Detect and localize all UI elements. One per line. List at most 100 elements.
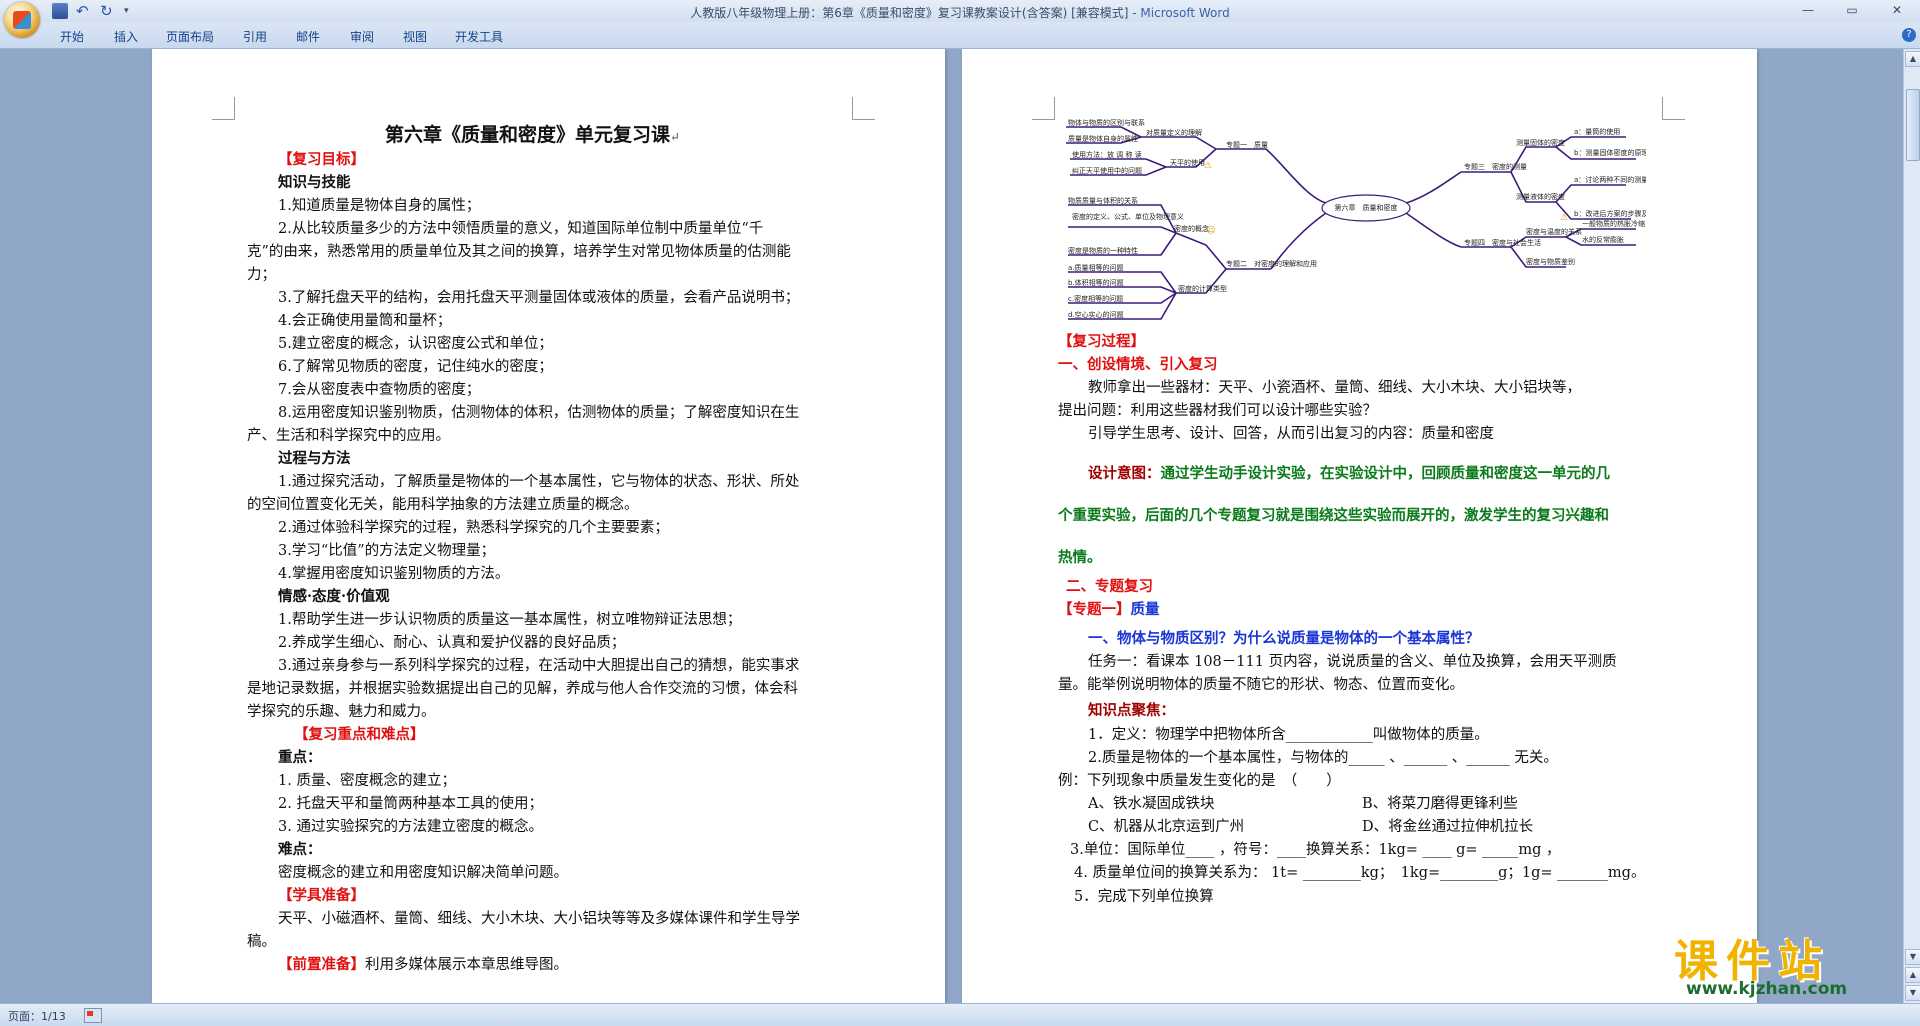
tools-heading: 【学具准备】 xyxy=(278,887,365,904)
process-heading: 过程与方法 xyxy=(278,450,351,467)
option-c: C、机器从北京运到广州 xyxy=(1088,819,1245,835)
mind-map-node: 密度的计算类型 xyxy=(1178,284,1227,293)
focus-line: 2. 托盘天平和量筒两种基本工具的使用； xyxy=(278,796,543,812)
tab-home[interactable]: 开始 xyxy=(60,28,84,45)
mind-map-leaf: d.空心实心的问题 xyxy=(1068,310,1124,319)
mind-map-leaf: 物质质量与体积的关系 xyxy=(1068,196,1138,205)
goal-line: 6.了解常见物质的密度，记住纯水的密度； xyxy=(278,359,553,375)
knowledge-focus-heading: 知识点聚焦： xyxy=(1088,702,1175,719)
mind-map-center-label: 第六章 质量和密度 xyxy=(1335,203,1398,212)
mind-map-diagram: 第六章 质量和密度 专题一 质量 对质量定义的理解 物体与物质的区别与联系 质量… xyxy=(1066,118,1646,320)
scrollbar-thumb[interactable] xyxy=(1906,89,1920,161)
tab-references[interactable]: 引用 xyxy=(243,28,267,45)
goal-line: 是地记录数据，并根据实验数据提出自己的见解，养成与他人合作交流的习惯，体会科 xyxy=(247,681,798,697)
fill-blank-line: 3.单位：国际单位____ ，符号：____换算关系：1kg= ____ g= … xyxy=(1070,842,1561,858)
mind-map-leaf: 质量是物体自身的属性 xyxy=(1068,134,1138,143)
goal-line: 3.通过亲身参与一系列科学探究的过程，在活动中大胆提出自己的猜想，能实事求 xyxy=(278,658,800,674)
preparation-heading: 【前置准备】 xyxy=(278,956,365,973)
fill-blank-line: 1．定义：物理学中把物体所含____________叫做物体的质量。 xyxy=(1088,727,1489,743)
document-area[interactable]: 第六章《质量和密度》单元复习课↵ 【复习目标】 知识与技能 1.知道质量是物体自… xyxy=(0,49,1904,1003)
crop-mark xyxy=(1662,97,1685,120)
macro-recording-icon[interactable] xyxy=(84,1008,102,1023)
tab-insert[interactable]: 插入 xyxy=(114,28,138,45)
restore-button[interactable]: ▭ xyxy=(1830,0,1874,20)
focus-line: 1. 质量、密度概念的建立； xyxy=(278,773,456,789)
goal-line: 的空间位置变化无关，能用科学抽象的方法建立质量的概念。 xyxy=(247,497,639,513)
close-button[interactable]: ✕ xyxy=(1874,0,1920,20)
mind-map-branch: 专题二 对密度的理解和应用 xyxy=(1226,259,1317,268)
tab-developer[interactable]: 开发工具 xyxy=(455,28,503,45)
mind-map-leaf: 物体与物质的区别与联系 xyxy=(1068,118,1145,127)
mind-map-leaf: b.体积相等的问题 xyxy=(1068,278,1124,287)
body-line: 任务一：看课本 108－111 页内容，说说质量的含义、单位及换算，会用天平测质 xyxy=(1088,654,1617,670)
section-heading: 一、创设情境、引入复习 xyxy=(1058,356,1218,373)
status-bar: 页面：1/13 xyxy=(0,1003,1920,1026)
knowledge-heading: 知识与技能 xyxy=(278,174,351,191)
tab-mailings[interactable]: 邮件 xyxy=(296,28,320,45)
fill-blank-line: 4. 质量单位间的换算关系为： 1t= ________kg； 1kg=____… xyxy=(1074,865,1646,881)
page-1: 第六章《质量和密度》单元复习课↵ 【复习目标】 知识与技能 1.知道质量是物体自… xyxy=(152,49,945,1003)
window-title: 人教版八年级物理上册：第6章《质量和密度》复习课教案设计(含答案) [兼容模式]… xyxy=(0,4,1920,21)
ribbon-tabs: 开始 插入 页面布局 引用 邮件 审阅 视图 开发工具 xyxy=(0,22,1920,49)
mind-map-leaf: c.密度相等的问题 xyxy=(1068,294,1123,303)
mind-map-leaf: 一般物质的热胀冷缩 xyxy=(1582,219,1645,228)
page-count[interactable]: 页面：1/13 xyxy=(8,1008,66,1024)
body-line: 提出问题：利用这些器材我们可以设计哪些实验？ xyxy=(1058,403,1377,419)
mind-map-leaf: a.质量相等的问题 xyxy=(1068,263,1124,272)
mind-map-leaf: 密度的定义、公式、单位及物理意义 xyxy=(1072,212,1184,221)
scroll-up-icon[interactable]: ▲ xyxy=(1905,51,1920,67)
goal-line: 学探究的乐趣、魅力和威力。 xyxy=(247,704,436,720)
example-question: 例：下列现象中质量发生变化的是 （ ） xyxy=(1058,773,1341,789)
warning-icon: ⚠ xyxy=(1560,213,1568,223)
focus-line: 3. 通过实验探究的方法建立密度的概念。 xyxy=(278,819,543,835)
smiley-icon: ☺ xyxy=(1206,225,1215,236)
document-name: 人教版八年级物理上册：第6章《质量和密度》复习课教案设计(含答案) [兼容模式] xyxy=(690,6,1129,20)
mind-map-branch: 专题四 密度与社会生活 xyxy=(1464,238,1541,247)
mind-map-leaf: b：测量固体密度的原理、器材、步骤、测量公式 xyxy=(1574,148,1646,157)
goal-line: 2.养成学生细心、耐心、认真和爱护仪器的良好品质； xyxy=(278,635,626,651)
office-button[interactable] xyxy=(4,2,40,38)
design-intent-text: 个重要实验，后面的几个专题复习就是围绕这些实验而展开的，激发学生的复习兴趣和 xyxy=(1058,507,1609,524)
vertical-scrollbar[interactable]: ▲ ▼ ▲ ▼ xyxy=(1903,49,1920,1003)
goal-line: 2.从比较质量多少的方法中领悟质量的意义，知道国际单位制中质量单位“千 xyxy=(278,221,764,237)
mind-map-leaf: 密度是物质的一种特性 xyxy=(1068,246,1138,255)
mind-map-node: 密度的概念 xyxy=(1174,224,1209,233)
mind-map-leaf: a：讨论两种不同的测量方案 xyxy=(1574,175,1646,184)
tab-review[interactable]: 审阅 xyxy=(350,28,374,45)
preparation-text: 利用多媒体展示本章思维导图。 xyxy=(365,957,568,973)
fill-blank-line: 5．完成下列单位换算 xyxy=(1074,889,1214,905)
goal-line: 7.会从密度表中查物质的密度； xyxy=(278,382,481,398)
tools-line: 稿。 xyxy=(247,934,276,950)
goal-line: 1.知道质量是物体自身的属性； xyxy=(278,198,481,214)
watermark-logo: 课件站 www.kjzhan.com xyxy=(1660,925,1910,1005)
watermark-url: www.kjzhan.com xyxy=(1686,979,1848,999)
option-a: A、铁水凝固成铁块 xyxy=(1088,796,1215,812)
warning-icon: ⚠ xyxy=(1204,161,1212,171)
body-line: 教师拿出一些器材：天平、小瓷酒杯、量筒、细线、大小木块、大小铝块等， xyxy=(1088,380,1581,396)
page-title: 第六章《质量和密度》单元复习课↵ xyxy=(385,125,680,147)
goal-line: 1.通过探究活动，了解质量是物体的一个基本属性，它与物体的状态、形状、所处 xyxy=(278,474,800,490)
help-icon[interactable]: ? xyxy=(1902,28,1916,42)
goal-line: 3.学习“比值”的方法定义物理量； xyxy=(278,543,496,559)
focus-heading: 重点： xyxy=(278,749,322,766)
tab-page-layout[interactable]: 页面布局 xyxy=(166,28,214,45)
fill-blank-line: 2.质量是物体的一个基本属性，与物体的_____ 、______ 、______… xyxy=(1088,750,1558,766)
goal-line: 8.运用密度知识鉴别物质，估测物体的体积，估测物体的质量；了解密度知识在生 xyxy=(278,405,800,421)
mind-map-node: 测量液体的密度 xyxy=(1516,192,1565,201)
key-points-heading: 【复习重点和难点】 xyxy=(294,726,425,743)
mind-map-node: 天平的使用 xyxy=(1170,158,1205,167)
tab-view[interactable]: 视图 xyxy=(403,28,427,45)
crop-mark xyxy=(1032,97,1055,120)
body-line: 量。能举例说明物体的质量不随它的形状、物态、位置而变化。 xyxy=(1058,677,1464,693)
app-name: - Microsoft Word xyxy=(1128,6,1230,20)
section-heading: 二、专题复习 xyxy=(1066,578,1153,595)
mind-map-lines xyxy=(1066,126,1636,320)
mind-map-branch: 专题三 密度的测量 xyxy=(1464,162,1527,171)
topic-name: 质量 xyxy=(1130,601,1160,618)
office-logo-icon xyxy=(13,11,31,29)
minimize-button[interactable]: — xyxy=(1786,0,1830,20)
goals-heading: 【复习目标】 xyxy=(278,151,365,168)
mind-map-node: 对质量定义的理解 xyxy=(1146,128,1202,137)
paragraph-mark: ↵ xyxy=(670,130,681,144)
option-b: B、将菜刀磨得更锋利些 xyxy=(1362,796,1518,812)
